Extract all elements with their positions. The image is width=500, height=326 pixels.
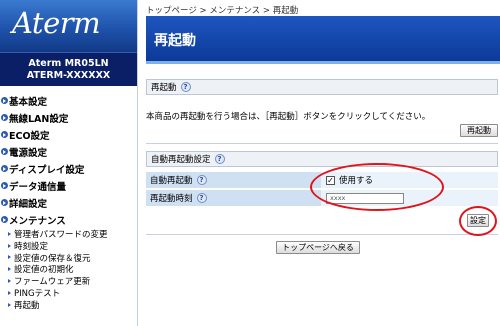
submenu-item-ping[interactable]: PINGテスト <box>0 287 137 299</box>
submenu-item-admin-password[interactable]: 管理者パスワードの変更 <box>0 228 137 240</box>
menu-item-wireless-lan[interactable]: 無線LAN設定 <box>0 109 137 126</box>
reboot-button[interactable]: 再起動 <box>460 124 498 137</box>
brand-header: Aterm <box>0 0 137 52</box>
triangle-bullet-icon <box>8 290 11 295</box>
title-bar: 再起動 <box>146 16 500 64</box>
triangle-bullet-icon <box>8 231 11 236</box>
divider <box>146 234 498 235</box>
triangle-bullet-icon <box>8 302 11 307</box>
aterm-logo: Aterm <box>12 6 101 40</box>
arrow-bullet-icon <box>1 165 8 172</box>
sidebar: Aterm Aterm MR05LN ATERM-XXXXXX 基本設定 無線L… <box>0 0 138 326</box>
side-menu: 基本設定 無線LAN設定 ECO設定 電源設定 ディスプレイ設定 データ通信量 … <box>0 86 137 311</box>
submenu-item-backup-restore[interactable]: 設定値の保存＆復元 <box>0 252 137 264</box>
divider <box>146 143 498 144</box>
menu-item-eco[interactable]: ECO設定 <box>0 126 137 143</box>
triangle-bullet-icon <box>8 279 11 284</box>
menu-item-display[interactable]: ディスプレイ設定 <box>0 160 137 177</box>
triangle-bullet-icon <box>8 243 11 248</box>
model-info: Aterm MR05LN ATERM-XXXXXX <box>0 52 137 86</box>
menu-item-basic[interactable]: 基本設定 <box>0 92 137 109</box>
highlight-ellipse <box>310 163 444 211</box>
menu-item-advanced[interactable]: 詳細設定 <box>0 194 137 211</box>
menu-item-power[interactable]: 電源設定 <box>0 143 137 160</box>
reboot-section-header: 再起動 ? <box>146 79 498 95</box>
device-id: ATERM-XXXXXX <box>26 70 111 81</box>
arrow-bullet-icon <box>1 114 8 121</box>
arrow-bullet-icon <box>1 131 8 138</box>
reboot-time-label: 再起動時刻 ? <box>146 190 321 207</box>
highlight-ellipse <box>459 206 497 236</box>
submenu-item-time[interactable]: 時刻設定 <box>0 240 137 252</box>
main-content: トップページ > メンテナンス > 再起動 再起動 再起動 ? 本商品の再起動を… <box>146 0 500 326</box>
submenu-item-firmware[interactable]: ファームウェア更新 <box>0 275 137 287</box>
model-name: Aterm MR05LN <box>28 58 109 69</box>
help-icon[interactable]: ? <box>214 154 225 164</box>
back-to-top-button[interactable]: トップページへ戻る <box>276 241 360 254</box>
page-title: 再起動 <box>154 33 196 49</box>
submenu-item-reboot[interactable]: 再起動 <box>0 299 137 311</box>
arrow-bullet-icon <box>1 182 8 189</box>
auto-reboot-section-header: 自動再起動設定 ? <box>146 151 498 167</box>
help-icon[interactable]: ? <box>196 193 207 203</box>
reboot-description: 本商品の再起動を行う場合は、［再起動］ボタンをクリックしてください。 <box>146 112 431 122</box>
breadcrumb[interactable]: トップページ > メンテナンス > 再起動 <box>146 4 298 16</box>
arrow-bullet-icon <box>1 97 8 104</box>
auto-reboot-label: 自動再起動 ? <box>146 172 321 189</box>
arrow-bullet-icon <box>1 199 8 206</box>
help-icon[interactable]: ? <box>196 175 207 185</box>
triangle-bullet-icon <box>8 267 11 272</box>
help-icon[interactable]: ? <box>180 82 191 92</box>
triangle-bullet-icon <box>8 255 11 260</box>
menu-item-data-usage[interactable]: データ通信量 <box>0 177 137 194</box>
arrow-bullet-icon <box>1 148 8 155</box>
menu-item-maintenance[interactable]: メンテナンス <box>0 211 137 228</box>
submenu-item-factory-reset[interactable]: 設定値の初期化 <box>0 263 137 275</box>
arrow-bullet-icon <box>1 216 8 223</box>
